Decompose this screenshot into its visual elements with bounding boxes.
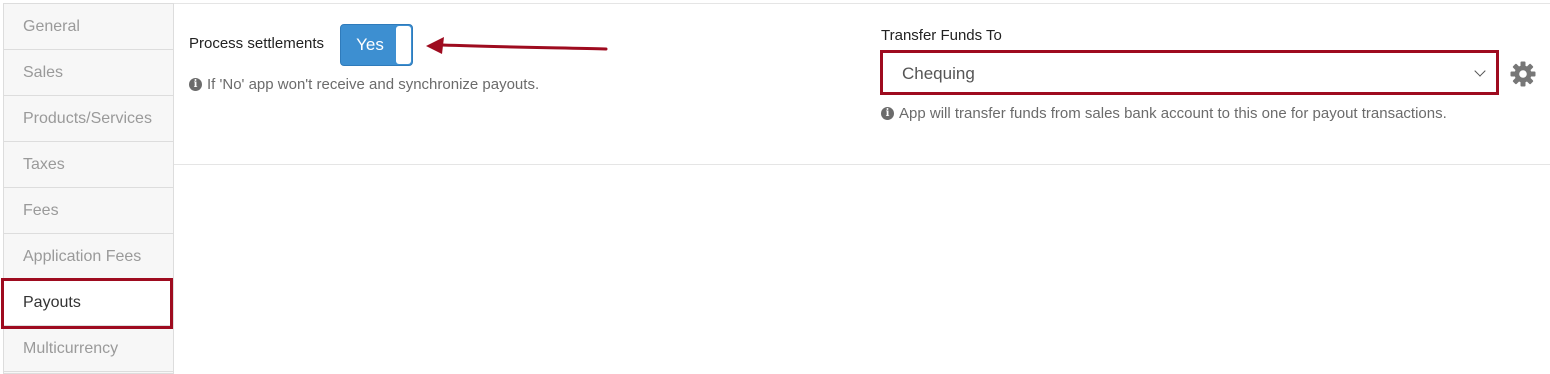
process-settlements-label: Process settlements [189, 35, 325, 52]
sidebar-item-payouts[interactable]: Payouts [4, 280, 173, 326]
toggle-value-label: Yes [356, 35, 384, 54]
sidebar-item-general[interactable]: General [4, 4, 173, 50]
settlements-help-text: i If 'No' app won't receive and synchron… [189, 76, 539, 93]
sidebar-item-products-services[interactable]: Products/Services [4, 96, 173, 142]
sidebar-item-label: General [23, 17, 80, 35]
sidebar-item-label: Fees [23, 201, 59, 219]
sidebar-item-fees[interactable]: Fees [4, 188, 173, 234]
transfer-help-label: App will transfer funds from sales bank … [899, 105, 1447, 122]
arrow-left-icon [426, 37, 608, 54]
info-circle-icon: i [881, 107, 894, 120]
gear-icon[interactable] [1509, 60, 1537, 88]
sidebar-item-label: Multicurrency [23, 339, 119, 357]
chevron-down-icon [1474, 65, 1486, 77]
transfer-funds-label: Transfer Funds To [881, 27, 1002, 44]
settings-page: General Sales Products/Services Taxes Fe… [0, 0, 1550, 374]
process-settlements-toggle[interactable]: Yes [340, 24, 413, 66]
toggle-knob [396, 26, 411, 64]
sidebar-item-sales[interactable]: Sales [4, 50, 173, 96]
sidebar-item-label: Application Fees [23, 247, 142, 265]
info-circle-icon: i [189, 78, 202, 91]
sidebar-item-label: Taxes [23, 155, 65, 173]
transfer-help-text: i App will transfer funds from sales ban… [881, 105, 1447, 122]
settlements-help-label: If 'No' app won't receive and synchroniz… [207, 76, 540, 93]
sidebar-item-label: Products/Services [23, 109, 152, 127]
sidebar-item-label: Sales [23, 63, 64, 81]
sidebar-item-multicurrency[interactable]: Multicurrency [4, 326, 173, 372]
sidebar-item-application-fees[interactable]: Application Fees [4, 234, 173, 280]
settings-sidebar: General Sales Products/Services Taxes Fe… [3, 3, 174, 374]
transfer-funds-selected-value: Chequing [902, 63, 975, 83]
sidebar-item-taxes[interactable]: Taxes [4, 142, 173, 188]
sidebar-item-label: Payouts [23, 293, 81, 311]
transfer-funds-select[interactable]: Chequing [884, 54, 1496, 93]
